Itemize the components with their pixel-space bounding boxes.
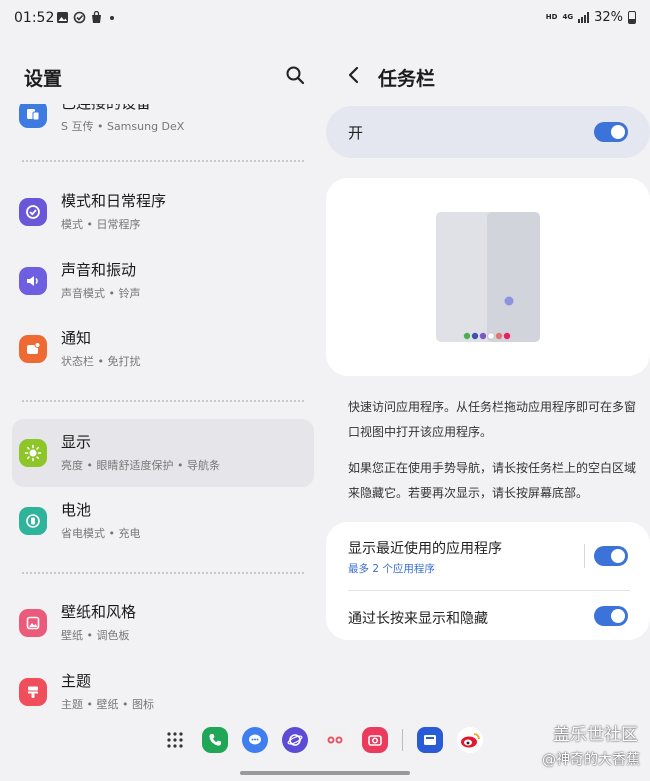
settings-item-subtitle: S 互传 • Samsung DeX: [61, 120, 185, 133]
hd-badge: HD: [545, 13, 558, 21]
settings-item-title: 已连接的设备: [61, 104, 151, 113]
settings-item-display[interactable]: 显示 亮度 • 眼睛舒适度保护 • 导航条: [12, 419, 314, 487]
settings-item-connected-devices[interactable]: 已连接的设备 S 互传 • Samsung DeX: [12, 104, 314, 148]
back-arrow-icon[interactable]: [344, 64, 364, 86]
watermark-author: @神奇的大香蕉: [542, 752, 640, 768]
settings-item-title: 模式和日常程序: [61, 192, 167, 210]
messages-icon[interactable]: [242, 727, 268, 753]
apps-grid-icon[interactable]: [162, 727, 188, 753]
gesture-home-bar[interactable]: [240, 771, 410, 775]
weibo-icon[interactable]: [457, 727, 483, 753]
section-divider: [22, 400, 304, 402]
watermark-site: 盖乐世社区: [553, 725, 638, 745]
settings-item-title: 电池: [61, 501, 92, 519]
internet-icon[interactable]: [282, 727, 308, 753]
preview-taskbar-dot: [479, 332, 487, 340]
settings-item-sound[interactable]: 声音和振动 声音模式 • 铃声: [12, 247, 314, 315]
gallery-icon[interactable]: [417, 727, 443, 753]
taskbar-master-toggle[interactable]: [594, 122, 628, 142]
settings-item-wallpaper[interactable]: 壁纸和风格 壁纸 • 调色板: [12, 589, 314, 657]
option-title: 显示最近使用的应用程序: [348, 541, 502, 557]
settings-item-subtitle: 亮度 • 眼睛舒适度保护 • 导航条: [61, 459, 220, 472]
themes-icon: [19, 678, 47, 706]
network-type: 4G: [562, 13, 574, 21]
taskbar-preview-illustration: [436, 212, 540, 342]
settings-list-clip: 已连接的设备 S 互传 • Samsung DeX: [0, 104, 326, 148]
display-icon: [19, 439, 47, 467]
gallery-notification-icon: [57, 12, 68, 23]
settings-item-modes-routines[interactable]: 模式和日常程序 模式 • 日常程序: [12, 178, 314, 246]
preview-taskbar-dot: [471, 332, 479, 340]
status-right: HD 4G 32%: [546, 10, 636, 25]
section-divider: [22, 572, 304, 574]
preview-taskbar-dot: [503, 332, 511, 340]
option-subtitle: 最多 2 个应用程序: [348, 563, 435, 575]
search-icon[interactable]: [284, 64, 306, 86]
taskbar-dock: [162, 727, 483, 753]
modes-routines-icon: [19, 198, 47, 226]
phone-icon[interactable]: [202, 727, 228, 753]
settings-item-title: 通知: [61, 329, 92, 347]
option-recent-apps[interactable]: 显示最近使用的应用程序 最多 2 个应用程序: [326, 522, 650, 590]
taskbar-master-switch-card[interactable]: 开: [326, 106, 650, 158]
option-long-press[interactable]: 通过长按来显示和隐藏: [326, 591, 650, 640]
connected-devices-icon: [19, 104, 47, 128]
preview-taskbar-dot: [487, 332, 495, 340]
taskbar-options-card: 显示最近使用的应用程序 最多 2 个应用程序 通过长按来显示和隐藏: [326, 522, 650, 640]
sync-notification-icon: [73, 11, 86, 24]
settings-item-battery[interactable]: 电池 省电模式 • 充电: [12, 487, 314, 555]
taskbar-title: 任务栏: [378, 68, 436, 90]
battery-status-icon: [628, 11, 636, 24]
section-divider: [22, 160, 304, 162]
settings-item-title: 主题: [61, 672, 92, 690]
settings-item-subtitle: 省电模式 • 充电: [61, 527, 141, 540]
taskbar-preview-card: [326, 178, 650, 376]
settings-item-title: 壁纸和风格: [61, 603, 137, 621]
battery-icon: [19, 507, 47, 535]
settings-title: 设置: [24, 68, 63, 90]
settings-item-subtitle: 主题 • 壁纸 • 图标: [61, 698, 154, 711]
recent-apps-toggle[interactable]: [594, 546, 628, 566]
sound-icon: [19, 267, 47, 295]
dock-separator: [402, 729, 403, 751]
long-press-toggle[interactable]: [594, 606, 628, 626]
wallpaper-icon: [19, 609, 47, 637]
taskbar-description-2: 如果您正在使用手势导航，请长按任务栏上的空白区域来隐藏它。若要再次显示，请长按屏…: [348, 461, 637, 500]
option-separator: [584, 544, 585, 568]
status-notification-icons: [56, 11, 120, 24]
settings-item-subtitle: 声音模式 • 铃声: [61, 287, 141, 300]
settings-item-subtitle: 模式 • 日常程序: [61, 218, 141, 231]
master-switch-label: 开: [348, 124, 364, 142]
notification-icon: [19, 335, 47, 363]
preview-taskbar-dot: [495, 332, 503, 340]
option-title: 通过长按来显示和隐藏: [348, 611, 488, 627]
shop-notification-icon: [92, 11, 101, 23]
taskbar-description-1: 快速访问应用程序。从任务栏拖动应用程序即可在多窗口视图中打开该应用程序。: [348, 400, 637, 439]
preview-taskbar-dot: [463, 332, 471, 340]
settings-item-notifications[interactable]: 通知 状态栏 • 免打扰: [12, 315, 314, 383]
signal-icon: [578, 12, 590, 23]
settings-item-title: 声音和振动: [61, 261, 137, 279]
settings-item-title: 显示: [61, 433, 92, 451]
game-icon[interactable]: [322, 727, 348, 753]
settings-item-themes[interactable]: 主题 主题 • 壁纸 • 图标: [12, 658, 314, 726]
settings-item-subtitle: 壁纸 • 调色板: [61, 629, 130, 642]
status-time: 01:52: [14, 10, 55, 26]
camera-icon[interactable]: [362, 727, 388, 753]
settings-item-subtitle: 状态栏 • 免打扰: [61, 355, 141, 368]
more-dot-icon: [110, 16, 114, 20]
status-bar: 01:52 HD 4G 32%: [0, 0, 650, 38]
battery-percent: 32%: [594, 10, 623, 25]
